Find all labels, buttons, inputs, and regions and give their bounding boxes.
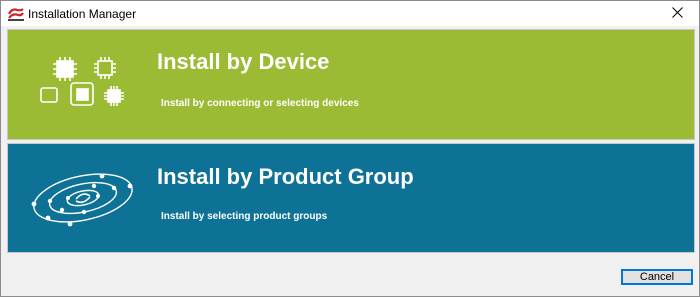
installation-manager-window: Installation Manager Install by Device I… (0, 0, 700, 297)
install-by-device-heading: Install by Device (157, 49, 330, 74)
window-title: Installation Manager (28, 7, 137, 21)
install-by-product-group-heading: Install by Product Group (157, 164, 414, 189)
install-by-device-description: Install by connecting or selecting devic… (161, 98, 359, 109)
install-by-product-group-description: Install by selecting product groups (161, 211, 328, 222)
install-by-product-group-option[interactable]: Install by Product Group Install by sele… (7, 143, 695, 253)
orbit-icon (30, 166, 136, 230)
silicon-labs-logo-icon (8, 7, 24, 21)
install-by-device-option[interactable]: Install by Device Install by connecting … (7, 29, 695, 140)
cancel-button[interactable]: Cancel (621, 269, 693, 285)
chips-icon (40, 52, 132, 112)
close-button[interactable] (655, 1, 699, 26)
close-icon (671, 5, 683, 23)
title-bar[interactable]: Installation Manager (1, 1, 699, 26)
